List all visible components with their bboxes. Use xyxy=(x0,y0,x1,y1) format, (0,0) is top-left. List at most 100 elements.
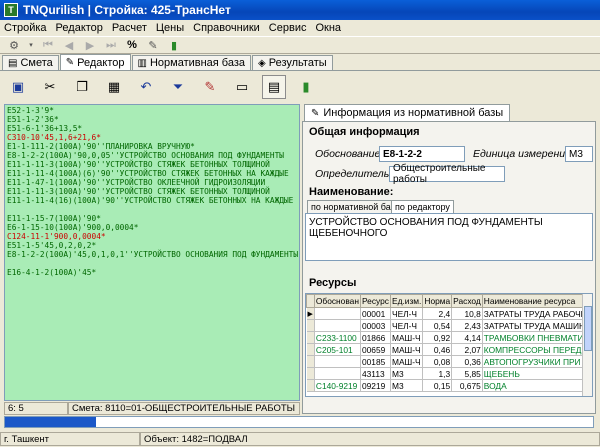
cell-rate[interactable]: 2,07 xyxy=(451,343,483,356)
cell-rate[interactable]: 4,14 xyxy=(451,331,483,344)
cell-res[interactable]: 00185 xyxy=(360,355,391,368)
editor-line[interactable]: E16-4-1-2(100A)'45* xyxy=(7,268,299,277)
tab-name-base[interactable]: по нормативной базе xyxy=(307,200,404,213)
cell-name[interactable]: ЗАТРАТЫ ТРУДА РАБОЧИХ- xyxy=(482,307,592,320)
cell-norm[interactable]: 0,92 xyxy=(422,331,453,344)
cell-norm[interactable]: 0,54 xyxy=(422,319,453,332)
cell-rate[interactable]: 5,85 xyxy=(451,367,483,380)
cell-norm[interactable]: 0,46 xyxy=(422,343,453,356)
editor-line[interactable]: E51-1-2'36* xyxy=(7,115,299,124)
cell-name[interactable]: КОМПРЕССОРЫ ПЕРЕДВИЖ xyxy=(482,343,592,356)
cell-rate[interactable]: 0,36 xyxy=(451,355,483,368)
table-row[interactable]: 43113 M3 1,3 5,85 ЩЕБЕНЬ xyxy=(306,367,592,380)
col-header-rate[interactable]: Расход xyxy=(451,294,483,308)
cell-name[interactable]: ТРАМБОВКИ ПНЕВМАТИЧЕС xyxy=(482,331,592,344)
nav-next-icon[interactable]: ▶ xyxy=(82,38,98,52)
tab-normative-info[interactable]: ✎ Информация из нормативной базы xyxy=(304,104,511,121)
col-header-unit[interactable]: Ед.изм. xyxy=(389,294,424,308)
tab-results[interactable]: ◈ Результаты xyxy=(252,55,333,70)
determinant-field[interactable]: Общестроительные работы xyxy=(389,163,505,185)
info-icon[interactable]: ▤ xyxy=(262,74,286,99)
copy-icon[interactable]: ❐ xyxy=(70,75,94,99)
editor-line[interactable]: E11-1-11-4(16)(100A)'90''УСТРОЙСТВО СТЯЖ… xyxy=(7,196,299,205)
cut-icon[interactable]: ✂ xyxy=(38,75,62,99)
code-editor[interactable]: E52-1-3'9* E51-1-2'36* E51-6-1'36+13,5* C31… xyxy=(4,104,300,401)
menu-stroika[interactable]: Стройка xyxy=(4,22,47,34)
cell-code[interactable] xyxy=(314,307,361,320)
cell-unit[interactable]: МАШ-Ч xyxy=(390,331,424,344)
cell-norm[interactable]: 0,08 xyxy=(422,355,453,368)
cell-unit[interactable]: ЧЕЛ-Ч xyxy=(390,319,424,332)
row-indicator[interactable] xyxy=(306,367,315,380)
menu-tseny[interactable]: Цены xyxy=(156,22,184,34)
cell-unit[interactable]: M3 xyxy=(390,379,424,392)
cell-code[interactable] xyxy=(314,319,361,332)
table-row[interactable]: ▶ 00001 ЧЕЛ-Ч 2,4 10,8 ЗАТРАТЫ ТРУДА РАБОЧИХ- xyxy=(306,307,592,320)
tab-smeta[interactable]: ▤ Смета xyxy=(2,55,59,70)
nav-first-icon[interactable]: ⏮ xyxy=(40,38,56,52)
cell-rate[interactable]: 2,43 xyxy=(451,319,483,332)
cell-name[interactable]: ЩЕБЕНЬ xyxy=(482,367,592,380)
tab-name-editor[interactable]: по редактору xyxy=(391,200,454,213)
editor-line[interactable]: E8-1-2-2(100A)'45,0,1,0,1''УСТРОЙСТВО ОС… xyxy=(7,250,299,259)
gear-icon[interactable]: ⚙ xyxy=(6,38,22,52)
paste-icon[interactable]: ▦ xyxy=(102,75,126,99)
window-icon[interactable]: ▭ xyxy=(230,75,254,99)
cell-code[interactable]: C205-101 xyxy=(314,343,361,356)
row-indicator[interactable] xyxy=(306,379,315,392)
menu-redaktor[interactable]: Редактор xyxy=(56,22,103,34)
cell-unit[interactable]: МАШ-Ч xyxy=(390,355,424,368)
table-row[interactable]: C233-1100 01866 МАШ-Ч 0,92 4,14 ТРАМБОВКИ ПНЕ… xyxy=(306,331,592,344)
tools-edit-icon[interactable]: ✎ xyxy=(198,75,222,99)
col-header-resource[interactable]: Ресурс xyxy=(359,294,391,308)
menu-okna[interactable]: Окна xyxy=(315,22,341,34)
col-header-name[interactable]: Наименование ресурса xyxy=(481,294,592,308)
editor-line[interactable]: E51-6-1'36+13,5* xyxy=(7,124,299,133)
editor-line[interactable]: E51-1-5'45,0,2,0,2* xyxy=(7,241,299,250)
tab-normative-base[interactable]: ▥ Нормативная база xyxy=(131,55,252,70)
editor-line[interactable]: E11-1-47-1(100A)'90''УСТРОЙСТВО ОКЛЕЕЧНО… xyxy=(7,178,299,187)
resources-grid[interactable]: Обоснован Ресурс Ед.изм. Норма Расход На… xyxy=(305,293,593,397)
cell-res[interactable]: 00659 xyxy=(360,343,391,356)
cell-norm[interactable]: 1,3 xyxy=(422,367,453,380)
cell-rate[interactable]: 10,8 xyxy=(451,307,483,320)
cell-res[interactable]: 01866 xyxy=(360,331,391,344)
save-icon[interactable]: ▣ xyxy=(6,75,30,99)
exit-icon[interactable]: ▮ xyxy=(166,38,182,52)
row-indicator[interactable] xyxy=(306,343,315,356)
cell-norm[interactable]: 0,15 xyxy=(422,379,453,392)
cell-name[interactable]: ВОДА xyxy=(482,379,592,392)
menu-raschet[interactable]: Расчет xyxy=(112,22,147,34)
editor-line[interactable]: C124-11-1'900,0,0004* xyxy=(7,232,299,241)
editor-line[interactable]: E52-1-3'9* xyxy=(7,106,299,115)
cell-code[interactable]: C233-1100 xyxy=(314,331,361,344)
table-row[interactable]: C140-9219 09219 M3 0,15 0,675 ВОДА xyxy=(306,379,592,392)
undo-icon[interactable]: ↶ xyxy=(134,75,158,99)
unit-field[interactable]: M3 xyxy=(565,146,593,162)
cell-norm[interactable]: 2,4 xyxy=(422,307,453,320)
cell-code[interactable] xyxy=(314,367,361,380)
row-indicator[interactable] xyxy=(306,319,315,332)
name-text[interactable]: УСТРОЙСТВО ОСНОВАНИЯ ПОД ФУНДАМЕНТЫ ЩЕБЕ… xyxy=(305,213,593,261)
cell-code[interactable]: C140-9219 xyxy=(314,379,361,392)
tab-editor[interactable]: ✎ Редактор xyxy=(59,54,131,70)
col-header-code[interactable]: Обоснован xyxy=(313,294,361,308)
nav-prev-icon[interactable]: ◀ xyxy=(61,38,77,52)
editor-line[interactable]: E11-1-11-3(100A)'90''УСТРОЙСТВО СТЯЖЕК Б… xyxy=(7,187,299,196)
filter-icon[interactable]: ⏷ xyxy=(166,75,190,99)
row-indicator[interactable] xyxy=(306,355,315,368)
cell-unit[interactable]: ЧЕЛ-Ч xyxy=(390,307,424,320)
nav-last-icon[interactable]: ⏭ xyxy=(103,38,119,52)
cell-unit[interactable]: МАШ-Ч xyxy=(390,343,424,356)
cell-code[interactable] xyxy=(314,355,361,368)
editor-line[interactable]: E8-1-2-2(100A)'90,0,05''УСТРОЙСТВО ОСНОВ… xyxy=(7,151,299,160)
cell-name[interactable]: ЗАТРАТЫ ТРУДА МАШИНИСТ xyxy=(482,319,592,332)
percent-icon[interactable]: % xyxy=(124,38,140,52)
chevron-down-icon[interactable]: ▾ xyxy=(27,38,35,52)
row-indicator[interactable]: ▶ xyxy=(306,307,315,320)
menu-spravochniki[interactable]: Справочники xyxy=(193,22,260,34)
grid-scrollbar[interactable] xyxy=(582,294,592,396)
editor-line[interactable]: E11-1-11-3(100A)'90''УСТРОЙСТВО СТЯЖЕК Б… xyxy=(7,160,299,169)
table-row[interactable]: 00185 МАШ-Ч 0,08 0,36 АВТОПОГРУЗЧИКИ ПРИ РАБ xyxy=(306,355,592,368)
code-field[interactable]: E8-1-2-2 xyxy=(379,146,465,162)
